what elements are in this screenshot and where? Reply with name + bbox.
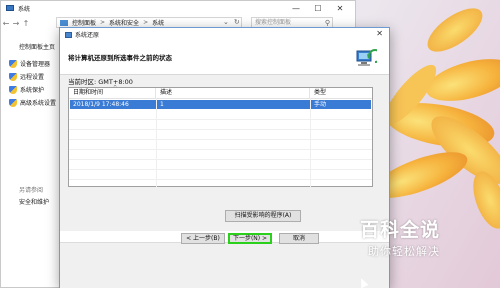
watermark-title: 百科全说: [360, 219, 441, 241]
grid-line: [69, 169, 372, 170]
dialog-header: 将计算机还原到所选事件之前的状态: [60, 41, 389, 75]
security-maintenance-link[interactable]: 安全和维护: [19, 197, 49, 206]
dialog-titlebar: 系统还原 ✕: [60, 28, 389, 41]
computer-icon: [60, 19, 68, 26]
grid-line: [69, 149, 372, 150]
timezone-label: 当前时区: GMT+8:00: [68, 78, 133, 86]
breadcrumb-control-panel[interactable]: 控制面板: [72, 18, 96, 27]
shield-icon: [9, 59, 17, 68]
dialog-title: 系统还原: [75, 32, 100, 39]
sidebar-home-link[interactable]: 控制面板主页: [19, 42, 55, 51]
breadcrumb-system-security[interactable]: 系统和安全: [109, 18, 139, 27]
minimize-button[interactable]: —: [285, 1, 307, 15]
row-type: 手动: [314, 101, 327, 108]
address-tools: ⌄ ↻: [223, 18, 240, 26]
sidebar-item-advanced-settings[interactable]: 高级系统设置: [9, 96, 56, 109]
see-also-heading: 另请参阅: [19, 187, 44, 194]
refresh-icon[interactable]: ↻: [234, 18, 240, 26]
cancel-button[interactable]: 取消: [279, 233, 319, 244]
system-titlebar: 系统 — ☐ ✕: [1, 1, 355, 15]
grid-line: [69, 139, 372, 140]
sidebar-item-device-manager[interactable]: 设备管理器: [9, 57, 56, 70]
back-arrow-icon[interactable]: ←: [1, 19, 11, 28]
row-description: 1: [160, 101, 164, 108]
dialog-footer: [60, 242, 389, 288]
shield-icon: [9, 98, 17, 107]
header-divider: [69, 98, 372, 99]
breadcrumb-system[interactable]: 系统: [152, 18, 164, 27]
breadcrumb-separator: >: [143, 19, 149, 26]
grid-line: [69, 179, 372, 180]
dropdown-icon[interactable]: ⌄: [223, 18, 229, 26]
table-row[interactable]: 2018/1/9 17:48:46 1 手动: [70, 100, 371, 109]
grid-line: [69, 159, 372, 160]
up-arrow-icon[interactable]: ↑: [21, 19, 31, 28]
watermark-subtitle: 助你轻松解决: [368, 245, 440, 258]
sort-ascending-icon: ^: [113, 85, 118, 91]
sidebar-item-system-protection[interactable]: 系统保护: [9, 83, 56, 96]
sidebar: 控制面板主页 设备管理器 远程设置 系统保护 高级系统设置 另请参阅 安全和维护: [1, 31, 63, 288]
sidebar-item-remote-settings[interactable]: 远程设置: [9, 70, 56, 83]
system-restore-dialog: 系统还原 ✕ 将计算机还原到所选事件之前的状态 当前时区: GMT+8:00 日…: [59, 27, 390, 288]
next-button[interactable]: 下一步(N) >: [228, 233, 272, 244]
maximize-button[interactable]: ☐: [307, 1, 329, 15]
column-header-description[interactable]: 描述: [156, 88, 310, 98]
sidebar-item-label: 远程设置: [20, 74, 45, 81]
restore-point-table[interactable]: 日期和时间 ^ 描述 类型 2018/1/9 17:48:46 1 手动: [68, 85, 373, 187]
forward-arrow-icon[interactable]: →: [11, 19, 21, 28]
back-button[interactable]: < 上一步(B): [181, 233, 225, 244]
system-title: 系统: [18, 5, 31, 13]
breadcrumb-separator: >: [100, 19, 106, 26]
watermark-logo: 百科全说 助你轻松解决: [350, 214, 500, 262]
search-placeholder: 搜索控制面板: [255, 19, 292, 26]
dialog-heading: 将计算机还原到所选事件之前的状态: [68, 54, 172, 62]
row-date: 2018/1/9 17:48:46: [73, 101, 129, 108]
grid-line: [156, 98, 157, 187]
grid-line: [310, 98, 311, 187]
grid-line: [69, 119, 372, 120]
shield-icon: [9, 72, 17, 81]
window-controls: — ☐ ✕: [285, 1, 351, 15]
dialog-close-button[interactable]: ✕: [376, 29, 383, 38]
system-icon: [6, 5, 14, 11]
sidebar-item-label: 设备管理器: [20, 61, 51, 68]
system-restore-icon: [65, 31, 72, 38]
close-button[interactable]: ✕: [329, 1, 351, 15]
scan-affected-programs-button[interactable]: 扫描受影响的程序(A): [225, 210, 301, 222]
shield-icon: [9, 85, 17, 94]
sidebar-item-label: 高级系统设置: [20, 100, 57, 107]
sidebar-links: 设备管理器 远程设置 系统保护 高级系统设置: [9, 57, 56, 109]
grid-line: [69, 129, 372, 130]
restore-computer-icon: [356, 49, 377, 66]
sidebar-item-label: 系统保护: [20, 87, 45, 94]
column-header-type[interactable]: 类型: [310, 88, 372, 98]
